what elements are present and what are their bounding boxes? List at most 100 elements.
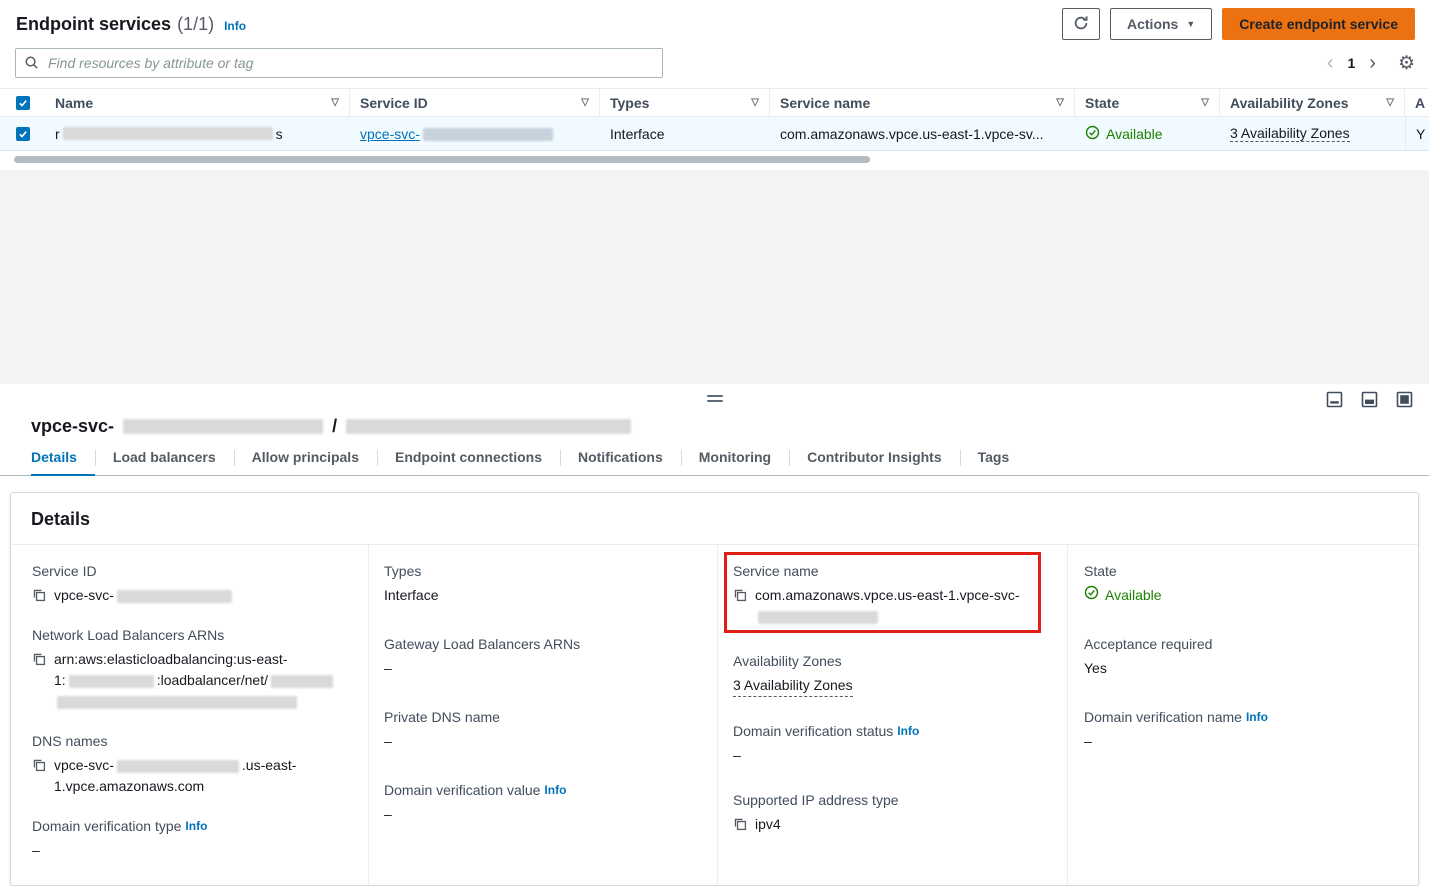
column-header-service-id[interactable]: Service ID▽ <box>350 89 600 116</box>
private-dns-name-value: – <box>384 731 702 752</box>
title-info-link[interactable]: Info <box>224 19 246 33</box>
row-service-id-cell: vpce-svc- <box>350 117 600 150</box>
copy-icon[interactable] <box>733 817 747 831</box>
preferences-gear-icon[interactable]: ⚙ <box>1398 52 1415 75</box>
tab-contributor-insights[interactable]: Contributor Insights <box>789 443 960 475</box>
copy-icon[interactable] <box>32 652 46 666</box>
field-state: State Available <box>1084 563 1403 606</box>
service-id-value: vpce-svc- <box>54 585 235 606</box>
info-link[interactable]: Info <box>544 783 566 797</box>
details-card: Details Service ID vpce-svc- <box>10 492 1419 886</box>
previous-page-button[interactable]: ‹ <box>1327 53 1334 73</box>
info-link[interactable]: Info <box>1246 710 1268 724</box>
select-all-checkbox[interactable] <box>16 96 30 110</box>
filter-icon[interactable]: ▽ <box>1056 97 1064 108</box>
endpoint-services-screen: Endpoint services (1/1) Info Actions ▼ C… <box>0 0 1429 886</box>
field-label: Supported IP address type <box>733 792 1052 808</box>
column-header-state[interactable]: State▽ <box>1075 89 1220 116</box>
details-column-4: State Available Acceptance required <box>1067 545 1418 885</box>
details-column-1: Service ID vpce-svc- Network Load Balanc… <box>11 545 368 885</box>
field-dns-names: DNS names vpce-svc-.us-east- 1.vpce.amaz… <box>32 733 353 797</box>
supported-ip-value: ipv4 <box>755 814 781 835</box>
redacted-text <box>69 675 154 688</box>
copy-icon[interactable] <box>32 758 46 772</box>
field-availability-zones: Availability Zones 3 Availability Zones <box>733 653 1052 697</box>
row-checkbox[interactable] <box>16 127 30 141</box>
tab-allow-principals[interactable]: Allow principals <box>234 443 377 475</box>
column-header-acceptance[interactable]: A <box>1405 89 1429 116</box>
create-endpoint-service-button[interactable]: Create endpoint service <box>1222 8 1415 40</box>
tab-tags[interactable]: Tags <box>960 443 1028 475</box>
row-state-cell: Available <box>1075 117 1220 150</box>
field-domain-verification-name: Domain verification name Info – <box>1084 709 1403 752</box>
filter-icon[interactable]: ▽ <box>331 97 339 108</box>
tab-details[interactable]: Details <box>31 443 95 476</box>
domain-verification-type-value: – <box>32 840 353 861</box>
info-link[interactable]: Info <box>897 724 919 738</box>
filter-icon[interactable]: ▽ <box>751 97 759 108</box>
detail-pane: vpce-svc- / Details Load balancers Allow… <box>0 384 1429 886</box>
nlb-arn-value: arn:aws:elasticloadbalancing:us-east- 1:… <box>54 649 336 712</box>
pagination: ‹ 1 › ⚙ <box>1327 52 1415 75</box>
split-panel-drag-handle[interactable] <box>707 395 723 405</box>
state-badge: Available <box>1105 585 1162 606</box>
field-label: Service name <box>733 563 1052 579</box>
field-label: Types <box>384 563 702 579</box>
search-box <box>15 48 663 78</box>
filter-icon[interactable]: ▽ <box>1386 97 1394 108</box>
panel-position-full-icon[interactable] <box>1396 391 1413 408</box>
filter-icon[interactable]: ▽ <box>581 97 589 108</box>
field-label: Network Load Balancers ARNs <box>32 627 353 643</box>
field-label: Acceptance required <box>1084 636 1403 652</box>
field-acceptance-required: Acceptance required Yes <box>1084 636 1403 679</box>
column-header-availability-zones[interactable]: Availability Zones▽ <box>1220 89 1405 116</box>
table-row[interactable]: rs vpce-svc- Interface com.amazonaws.vpc… <box>0 117 1429 151</box>
check-circle-icon <box>1085 125 1100 143</box>
column-header-name[interactable]: Name▽ <box>45 89 350 116</box>
service-name-value: com.amazonaws.vpce.us-east-1.vpce-svc- <box>755 585 1020 627</box>
field-label: Domain verification name <box>1084 709 1242 725</box>
redacted-text <box>63 127 273 140</box>
column-header-types[interactable]: Types▽ <box>600 89 770 116</box>
service-id-link[interactable]: vpce-svc- <box>360 126 556 142</box>
search-input[interactable] <box>15 48 663 78</box>
filter-icon[interactable]: ▽ <box>1201 97 1209 108</box>
actions-button-label: Actions <box>1127 16 1178 32</box>
tab-endpoint-connections[interactable]: Endpoint connections <box>377 443 560 475</box>
detail-tabs: Details Load balancers Allow principals … <box>0 443 1429 476</box>
checkmark-icon <box>18 129 28 139</box>
redacted-text <box>271 675 333 688</box>
row-select-cell <box>0 117 45 150</box>
domain-verification-value-value: – <box>384 804 702 825</box>
row-availability-zones-cell: 3 Availability Zones <box>1220 117 1405 150</box>
current-page-number[interactable]: 1 <box>1347 55 1355 71</box>
actions-button[interactable]: Actions ▼ <box>1110 8 1212 40</box>
refresh-button[interactable] <box>1062 8 1100 40</box>
checkmark-icon <box>18 98 28 108</box>
redacted-text <box>346 419 631 434</box>
field-label: DNS names <box>32 733 353 749</box>
field-service-id: Service ID vpce-svc- <box>32 563 353 606</box>
field-types: Types Interface <box>384 563 702 606</box>
info-link[interactable]: Info <box>185 819 207 833</box>
field-label: Domain verification value <box>384 782 540 798</box>
field-label: Private DNS name <box>384 709 702 725</box>
tab-monitoring[interactable]: Monitoring <box>681 443 789 475</box>
next-page-button[interactable]: › <box>1369 53 1376 73</box>
details-column-2: Types Interface Gateway Load Balancers A… <box>368 545 717 885</box>
availability-zones-popover-trigger[interactable]: 3 Availability Zones <box>733 675 853 697</box>
panel-position-half-icon[interactable] <box>1361 391 1378 408</box>
tab-load-balancers[interactable]: Load balancers <box>95 443 234 475</box>
column-header-service-name[interactable]: Service name▽ <box>770 89 1075 116</box>
availability-zones-popover-trigger[interactable]: 3 Availability Zones <box>1230 125 1350 142</box>
panel-position-bottom-icon[interactable] <box>1326 391 1343 408</box>
copy-icon[interactable] <box>733 588 747 602</box>
panel-layout-controls <box>1326 391 1413 408</box>
horizontal-scrollbar-thumb[interactable] <box>14 156 870 163</box>
tab-notifications[interactable]: Notifications <box>560 443 681 475</box>
copy-icon[interactable] <box>32 588 46 602</box>
table-toolbar: ‹ 1 › ⚙ <box>0 44 1429 88</box>
field-label: Domain verification status <box>733 723 893 739</box>
field-nlb-arns: Network Load Balancers ARNs arn:aws:elas… <box>32 627 353 712</box>
field-label: Service ID <box>32 563 353 579</box>
